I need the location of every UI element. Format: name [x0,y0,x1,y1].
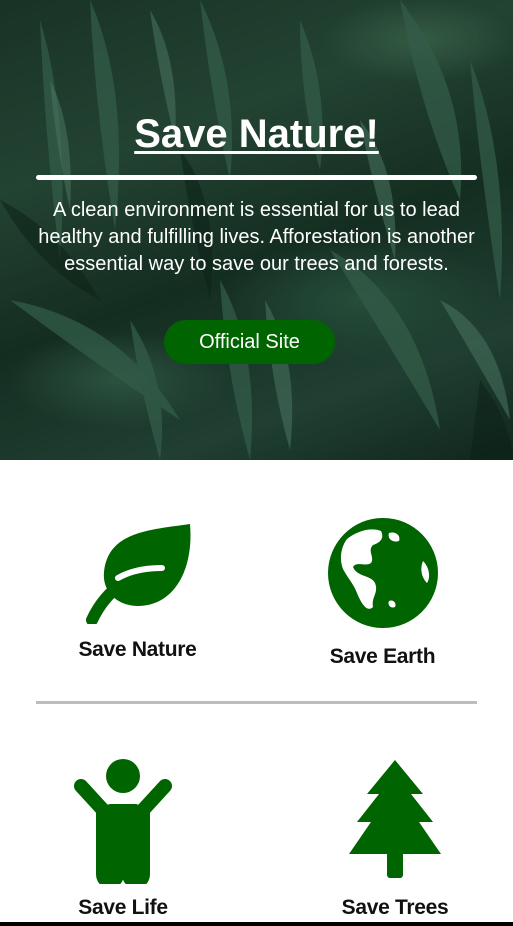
feature-label: Save Trees [341,896,449,919]
hero-description-line: A clean environment is essential for us … [53,199,460,221]
section-divider [36,701,477,704]
leaf-icon [85,524,191,624]
feature-save-earth[interactable]: Save Earth [300,517,465,668]
hero-description-line: healthy and fulfilling lives. Afforestat… [38,226,475,248]
feature-label: Save Nature [78,638,197,661]
hero-title: Save Nature! [134,112,379,156]
bottom-edge-bar [0,922,513,926]
feature-save-nature[interactable]: Save Nature [60,520,215,661]
feature-save-life[interactable]: Save Life [48,758,198,919]
hero-description: A clean environment is essential for us … [0,197,513,278]
tree-icon [349,760,441,878]
feature-save-trees[interactable]: Save Trees [320,758,470,919]
feature-label: Save Life [78,896,168,919]
hero-divider [36,175,477,180]
feature-label: Save Earth [329,645,436,668]
person-icon [74,759,172,884]
hero-banner: Save Nature! A clean environment is esse… [0,0,513,460]
hero-description-line: essential way to save our trees and fore… [64,253,449,275]
globe-icon [327,518,438,628]
official-site-button[interactable]: Official Site [164,320,335,364]
